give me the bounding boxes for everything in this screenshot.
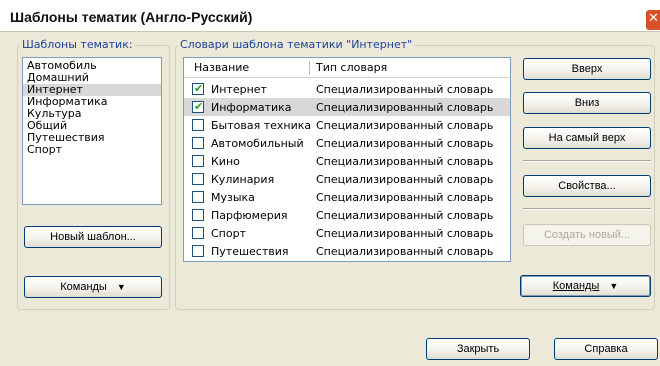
row-checkbox[interactable] [192, 245, 204, 257]
title-bar[interactable]: Шаблоны тематик (Англо-Русский) ✕ [0, 0, 660, 32]
properties-button[interactable]: Свойства... [523, 175, 651, 197]
dictionary-name: Бытовая техника [211, 119, 312, 132]
dictionary-type: Специализированный словарь [316, 173, 494, 186]
properties-label: Свойства... [558, 180, 616, 192]
templates-commands-button[interactable]: Команды ▼ [24, 276, 162, 298]
dictionary-type: Специализированный словарь [316, 227, 494, 240]
dialog-window: Шаблоны тематик (Англо-Русский) ✕ Шаблон… [0, 0, 660, 366]
dictionaries-legend: Словари шаблона тематики "Интернет" [178, 38, 415, 51]
templates-commands-label: Команды [60, 281, 107, 293]
table-row[interactable]: Парфюмерия Специализированный словарь [184, 206, 510, 224]
create-new-button[interactable]: Создать новый... [523, 224, 651, 246]
row-checkbox[interactable] [192, 155, 204, 167]
table-row[interactable]: Музыка Специализированный словарь [184, 188, 510, 206]
column-header-name[interactable]: Название [194, 61, 249, 74]
row-checkbox[interactable] [192, 173, 204, 185]
move-to-top-label: На самый верх [548, 132, 626, 144]
dictionary-type: Специализированный словарь [316, 191, 494, 204]
table-row[interactable]: Спорт Специализированный словарь [184, 224, 510, 242]
dictionary-name: Интернет [211, 83, 267, 96]
dictionary-name: Спорт [211, 227, 246, 240]
row-checkbox[interactable] [192, 137, 204, 149]
table-row[interactable]: Информатика Специализированный словарь [184, 98, 510, 116]
row-checkbox[interactable] [192, 191, 204, 203]
dictionary-name: Парфюмерия [211, 209, 288, 222]
dictionaries-commands-label: Команды [552, 280, 600, 292]
close-icon: ✕ [648, 11, 659, 26]
dictionary-name: Путешествия [211, 245, 289, 258]
list-item[interactable]: Спорт [23, 144, 161, 156]
dictionaries-commands-button[interactable]: Команды ▼ [520, 275, 651, 297]
dictionary-name: Автомобильный [211, 137, 304, 150]
new-template-label: Новый шаблон... [50, 231, 136, 243]
dictionaries-table: Название Тип словаря Интернет Специализир… [183, 57, 511, 262]
dictionary-name: Кулинария [211, 173, 275, 186]
table-header: Название Тип словаря [184, 58, 510, 78]
dictionary-type: Специализированный словарь [316, 209, 494, 222]
table-row[interactable]: Автомобильный Специализированный словарь [184, 134, 510, 152]
table-row[interactable]: Кулинария Специализированный словарь [184, 170, 510, 188]
table-row[interactable]: Интернет Специализированный словарь [184, 80, 510, 98]
create-new-label: Создать новый... [543, 229, 631, 241]
row-checkbox[interactable] [192, 100, 204, 113]
table-row[interactable]: Кино Специализированный словарь [184, 152, 510, 170]
close-button[interactable]: Закрыть [426, 338, 530, 360]
side-separator-2 [523, 208, 651, 210]
move-up-button[interactable]: Вверх [523, 58, 651, 80]
dictionary-name: Музыка [211, 191, 255, 204]
table-row[interactable]: Бытовая техника Специализированный словар… [184, 116, 510, 134]
dictionary-type: Специализированный словарь [316, 119, 494, 132]
help-label: Справка [584, 343, 628, 355]
help-button[interactable]: Справка [554, 338, 658, 360]
dictionary-type: Специализированный словарь [316, 137, 494, 150]
dictionary-type: Специализированный словарь [316, 83, 494, 96]
dictionary-type: Специализированный словарь [316, 101, 494, 114]
dictionary-type: Специализированный словарь [316, 155, 494, 168]
move-up-label: Вверх [571, 63, 603, 75]
new-template-button[interactable]: Новый шаблон... [24, 226, 162, 248]
templates-list[interactable]: Автомобиль Домашний Интернет Информатика Кул… [22, 57, 162, 205]
column-header-type[interactable]: Тип словаря [316, 61, 387, 74]
dictionary-type: Специализированный словарь [316, 245, 494, 258]
dictionary-name: Информатика [211, 101, 292, 114]
dictionary-name: Кино [211, 155, 240, 168]
row-checkbox[interactable] [192, 227, 204, 239]
row-checkbox[interactable] [192, 82, 204, 95]
move-to-top-button[interactable]: На самый верх [523, 127, 651, 149]
column-divider[interactable] [309, 61, 310, 75]
row-checkbox[interactable] [192, 119, 204, 131]
move-down-label: Вниз [574, 97, 600, 109]
window-title: Шаблоны тематик (Англо-Русский) [10, 9, 253, 25]
close-label: Закрыть [456, 343, 500, 355]
row-checkbox[interactable] [192, 209, 204, 221]
dropdown-arrow-icon: ▼ [116, 282, 126, 292]
move-down-button[interactable]: Вниз [523, 92, 651, 114]
side-separator-1 [523, 160, 651, 162]
templates-legend: Шаблоны тематик: [20, 38, 135, 51]
close-window-button[interactable]: ✕ [646, 10, 660, 30]
dropdown-arrow-icon: ▼ [609, 281, 619, 291]
table-row[interactable]: Путешествия Специализированный словарь [184, 242, 510, 260]
